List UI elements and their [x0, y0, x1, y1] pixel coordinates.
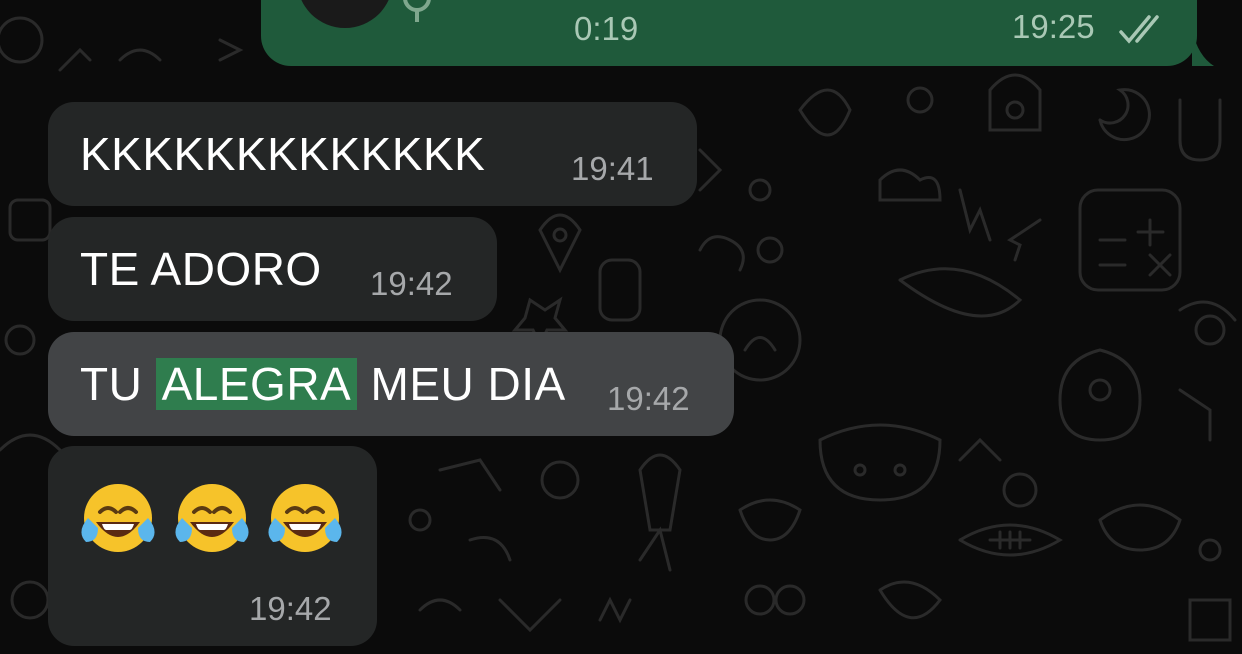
- microphone-icon: [397, 0, 437, 29]
- incoming-message-bubble[interactable]: KKKKKKKKKKKKK 19:41: [48, 102, 697, 206]
- outgoing-bubble-tail: [1192, 30, 1214, 66]
- incoming-message-bubble-highlighted[interactable]: TU ALEGRA MEU DIA 19:42: [48, 332, 734, 436]
- tears-of-joy-emoji-icon: [78, 478, 158, 558]
- voice-sender-avatar: [297, 0, 393, 28]
- incoming-message-bubble[interactable]: TE ADORO 19:42: [48, 217, 497, 321]
- voice-duration: 0:19: [574, 10, 639, 47]
- tears-of-joy-emoji-icon: [265, 478, 345, 558]
- message-time: 19:41: [571, 150, 654, 187]
- message-time: 19:25: [1012, 8, 1095, 45]
- message-text: TU ALEGRA MEU DIA: [80, 357, 566, 411]
- message-text-before: TU: [80, 358, 156, 410]
- message-time: 19:42: [607, 380, 690, 417]
- search-highlight: ALEGRA: [155, 358, 358, 410]
- message-time: 19:42: [370, 265, 453, 302]
- outgoing-voice-message-bubble[interactable]: 0:19 19:25: [261, 0, 1197, 66]
- tears-of-joy-emoji-icon: [172, 478, 252, 558]
- message-text: KKKKKKKKKKKKK: [80, 128, 486, 180]
- read-double-check-icon: [1119, 14, 1167, 49]
- message-text: TE ADORO: [80, 243, 322, 295]
- incoming-emoji-message-bubble[interactable]: 19:42: [48, 446, 377, 646]
- message-text-after: MEU DIA: [357, 358, 566, 410]
- message-time: 19:42: [249, 590, 332, 627]
